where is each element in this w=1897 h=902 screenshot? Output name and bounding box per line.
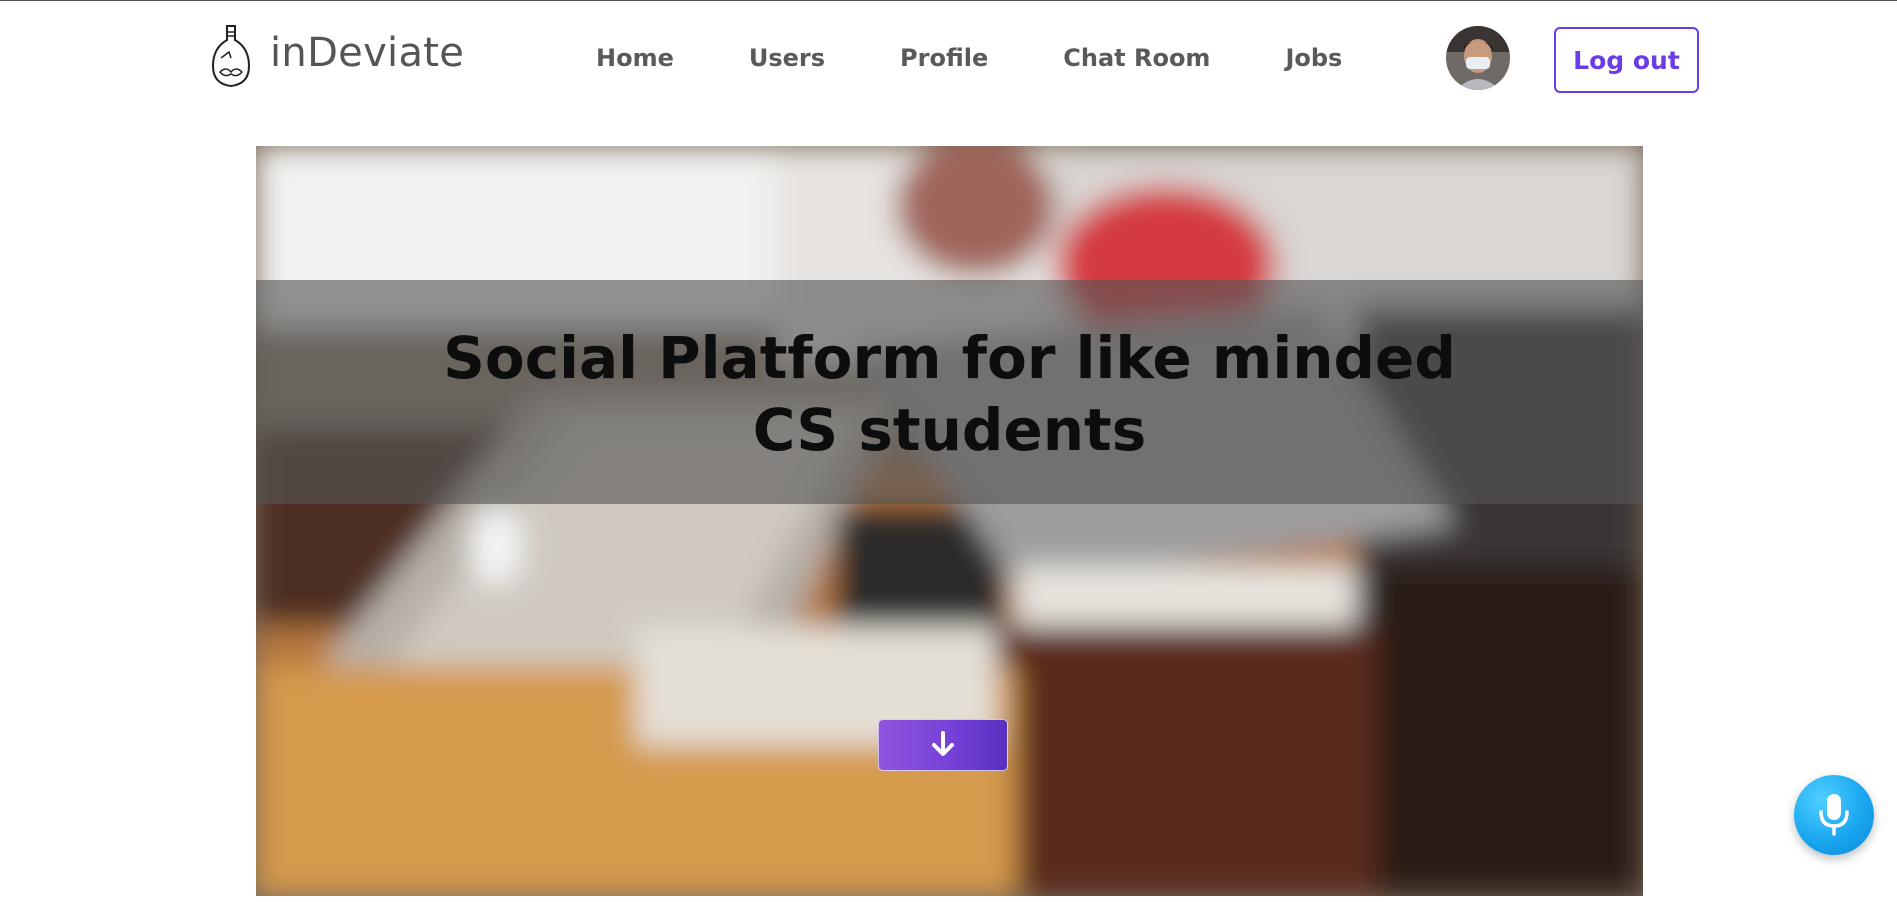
- nav-chat-room[interactable]: Chat Room: [1063, 44, 1210, 72]
- hero-title: Social Platform for like minded CS stude…: [443, 324, 1456, 464]
- lightbulb-logo-icon: [211, 25, 251, 88]
- voice-input-button[interactable]: [1794, 775, 1874, 855]
- scroll-down-button[interactable]: [878, 719, 1008, 771]
- brand-logo[interactable]: inDeviate: [210, 24, 464, 88]
- avatar-image-icon: [1446, 26, 1510, 90]
- nav-home[interactable]: Home: [596, 44, 674, 72]
- brand-name: inDeviate: [270, 30, 465, 76]
- nav-profile[interactable]: Profile: [900, 44, 988, 72]
- arrow-down-icon: [932, 731, 954, 756]
- site-header: inDeviate Home Users Profile Chat Room J…: [0, 0, 1897, 120]
- logout-button[interactable]: Log out: [1554, 27, 1699, 93]
- user-avatar[interactable]: [1446, 26, 1510, 90]
- hero-background-image: [256, 146, 1643, 896]
- hero-banner: Social Platform for like minded CS stude…: [256, 146, 1643, 896]
- microphone-icon: [1819, 794, 1849, 836]
- main-nav: Home Users Profile Chat Room Jobs: [596, 44, 1342, 72]
- nav-users[interactable]: Users: [749, 44, 825, 72]
- nav-jobs[interactable]: Jobs: [1285, 44, 1342, 72]
